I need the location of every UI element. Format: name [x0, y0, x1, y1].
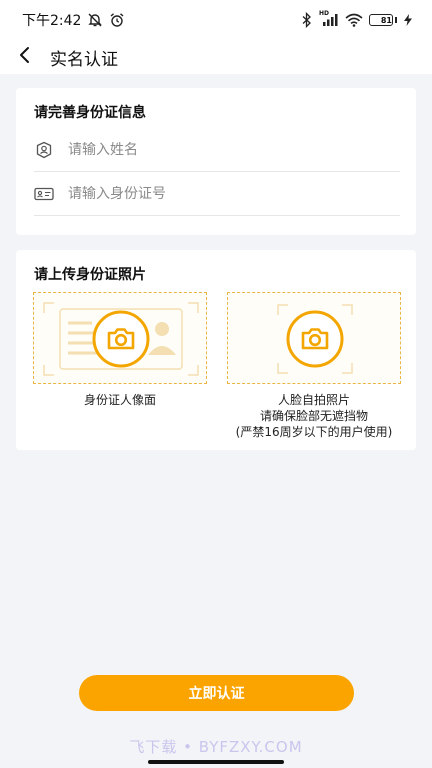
watermark: 飞下载 • BYFZXY.COM: [129, 738, 303, 756]
alarm-icon: [109, 12, 125, 28]
status-left: 下午2:42: [22, 10, 125, 30]
wifi-icon: [345, 13, 363, 27]
signal-icon: HD: [319, 10, 339, 27]
name-input[interactable]: [68, 141, 388, 158]
bluetooth-icon: [301, 12, 313, 28]
face-label-line1: 人脸自拍照片: [277, 393, 350, 407]
page-title: 实名认证: [50, 49, 118, 70]
network-label: HD: [319, 10, 330, 17]
camera-icon: [91, 309, 151, 369]
name-field[interactable]: [34, 128, 400, 172]
user-shield-icon: [34, 140, 54, 160]
battery-tip: [395, 17, 397, 23]
status-time: 下午2:42: [22, 13, 82, 29]
id-front-upload[interactable]: [33, 292, 207, 384]
status-right: HD 81: [301, 10, 412, 28]
chevron-left-icon: [18, 46, 32, 68]
home-indicator[interactable]: [148, 760, 284, 764]
info-section-title: 请完善身份证信息: [34, 105, 146, 121]
back-button[interactable]: [4, 40, 46, 74]
camera-icon: [285, 309, 345, 369]
nav-bar: 实名认证: [0, 40, 432, 74]
status-bar: 下午2:42 HD 81: [0, 0, 432, 40]
id-number-input[interactable]: [68, 185, 388, 202]
battery-icon: 81: [369, 14, 398, 26]
id-number-field[interactable]: [34, 172, 400, 216]
id-card-icon: [34, 184, 54, 204]
face-photo-upload[interactable]: [227, 292, 401, 384]
submit-verification-button[interactable]: 立即认证: [79, 675, 354, 711]
battery-body: 81: [369, 14, 393, 26]
id-info-card: 请完善身份证信息: [16, 88, 416, 235]
face-label-line2: 请确保脸部无遮挡物: [259, 409, 368, 423]
id-photo-card: 请上传身份证照片 身份证人像面 人脸自拍照片 请确保脸部无遮挡物 (严禁16周岁…: [16, 250, 416, 450]
face-photo-label: 人脸自拍照片 请确保脸部无遮挡物 (严禁16周岁以下的用户使用): [221, 392, 407, 440]
face-label-line3: (严禁16周岁以下的用户使用): [235, 425, 393, 439]
photo-section-title: 请上传身份证照片: [34, 267, 146, 283]
id-front-label: 身份证人像面: [83, 393, 156, 407]
battery-level: 81: [380, 15, 392, 25]
mute-bell-icon: [87, 12, 103, 28]
charging-icon: [404, 14, 412, 26]
